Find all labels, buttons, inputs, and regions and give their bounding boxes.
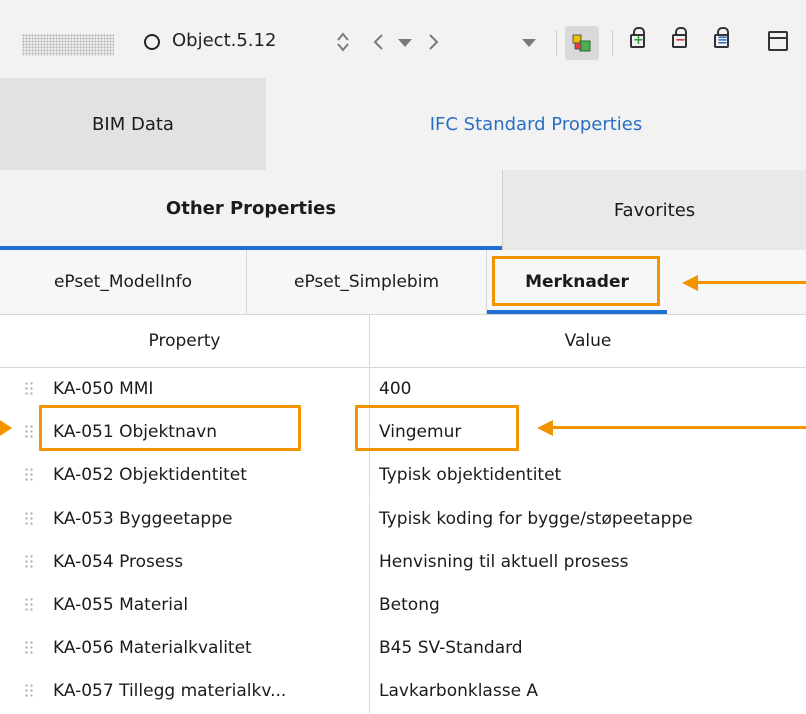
drag-handle-icon[interactable] [24, 596, 34, 613]
object-name: Object.5.12 [172, 30, 277, 51]
value-cell[interactable]: Lavkarbonklasse A [379, 670, 806, 713]
secondary-tab-bar: Other Properties Favorites [0, 170, 806, 250]
tab-other-properties[interactable]: Other Properties [0, 170, 502, 250]
table-header: Property Value [0, 314, 806, 368]
arrow-icon [0, 420, 12, 436]
highlight-objektnavn-property [39, 405, 301, 451]
arrow-line [696, 281, 806, 284]
column-header-property[interactable]: Property [0, 315, 370, 367]
property-cell: KA-053 Byggeetappe [53, 497, 370, 541]
property-cell: KA-052 Objektidentitet [53, 454, 370, 498]
value-cell[interactable]: Henvisning til aktuell prosess [379, 541, 806, 584]
lock-list-icon[interactable]: ≡ [714, 27, 729, 48]
drag-handle-icon[interactable] [24, 424, 34, 441]
toolbar-separator [612, 30, 613, 56]
value-cell[interactable]: B45 SV-Standard [379, 627, 806, 670]
dropdown-triangle-icon[interactable] [398, 39, 412, 47]
drag-handle-icon[interactable] [24, 381, 34, 397]
sort-icon[interactable] [336, 31, 350, 53]
table-row[interactable]: KA-056 Materialkvalitet B45 SV-Standard [0, 627, 806, 671]
drag-handle-icon[interactable] [24, 553, 34, 570]
chevron-left-icon[interactable] [372, 32, 384, 52]
primary-tab-bar: BIM Data IFC Standard Properties [0, 78, 806, 170]
highlight-vingemur-value [355, 405, 519, 451]
drag-handle-icon[interactable] [24, 640, 34, 657]
tab-ifc-standard-properties[interactable]: IFC Standard Properties [266, 78, 806, 170]
property-cell: KA-057 Tillegg materialkv... [53, 670, 370, 714]
table-row[interactable]: KA-053 Byggeetappe Typisk koding for byg… [0, 497, 806, 541]
tab-epset-simplebim[interactable]: ePset_Simplebim [247, 250, 487, 314]
lock-remove-icon[interactable]: − [672, 27, 687, 48]
arrow-line [551, 426, 806, 429]
tab-epset-modelinfo[interactable]: ePset_ModelInfo [0, 250, 247, 314]
value-cell[interactable]: Typisk koding for bygge/støpeetappe [379, 498, 806, 541]
table-row[interactable]: KA-054 Prosess Henvisning til aktuell pr… [0, 540, 806, 584]
cube-view-icon [572, 34, 591, 52]
property-cell: KA-054 Prosess [53, 540, 370, 584]
drag-handle-icon[interactable] [24, 467, 34, 484]
table-row[interactable]: KA-055 Material Betong [0, 583, 806, 627]
drag-handle-icon[interactable] [24, 683, 34, 700]
property-cell: KA-055 Material [53, 583, 370, 627]
grip-handle-icon[interactable] [22, 34, 114, 56]
chevron-right-icon[interactable] [428, 32, 440, 52]
lock-add-icon[interactable]: + [630, 27, 645, 48]
column-header-value[interactable]: Value [370, 315, 806, 367]
highlight-merknader-tab [492, 256, 660, 306]
tab-bim-data[interactable]: BIM Data [0, 78, 266, 170]
value-cell[interactable]: Betong [379, 584, 806, 627]
dropdown-triangle-icon[interactable] [522, 39, 536, 47]
drag-handle-icon[interactable] [24, 510, 34, 527]
property-cell: KA-056 Materialkvalitet [53, 627, 370, 671]
table-row[interactable]: KA-057 Tillegg materialkv... Lavkarbonkl… [0, 670, 806, 714]
object-circle-icon [144, 34, 160, 50]
panel-icon[interactable] [768, 31, 788, 51]
table-row[interactable]: KA-052 Objektidentitet Typisk objektiden… [0, 454, 806, 498]
tab-favorites[interactable]: Favorites [502, 170, 806, 250]
cube-view-button[interactable] [565, 26, 599, 60]
toolbar-separator [556, 30, 557, 56]
value-cell[interactable]: Typisk objektidentitet [379, 454, 806, 497]
toolbar: Object.5.12 + − ≡ [0, 0, 806, 78]
